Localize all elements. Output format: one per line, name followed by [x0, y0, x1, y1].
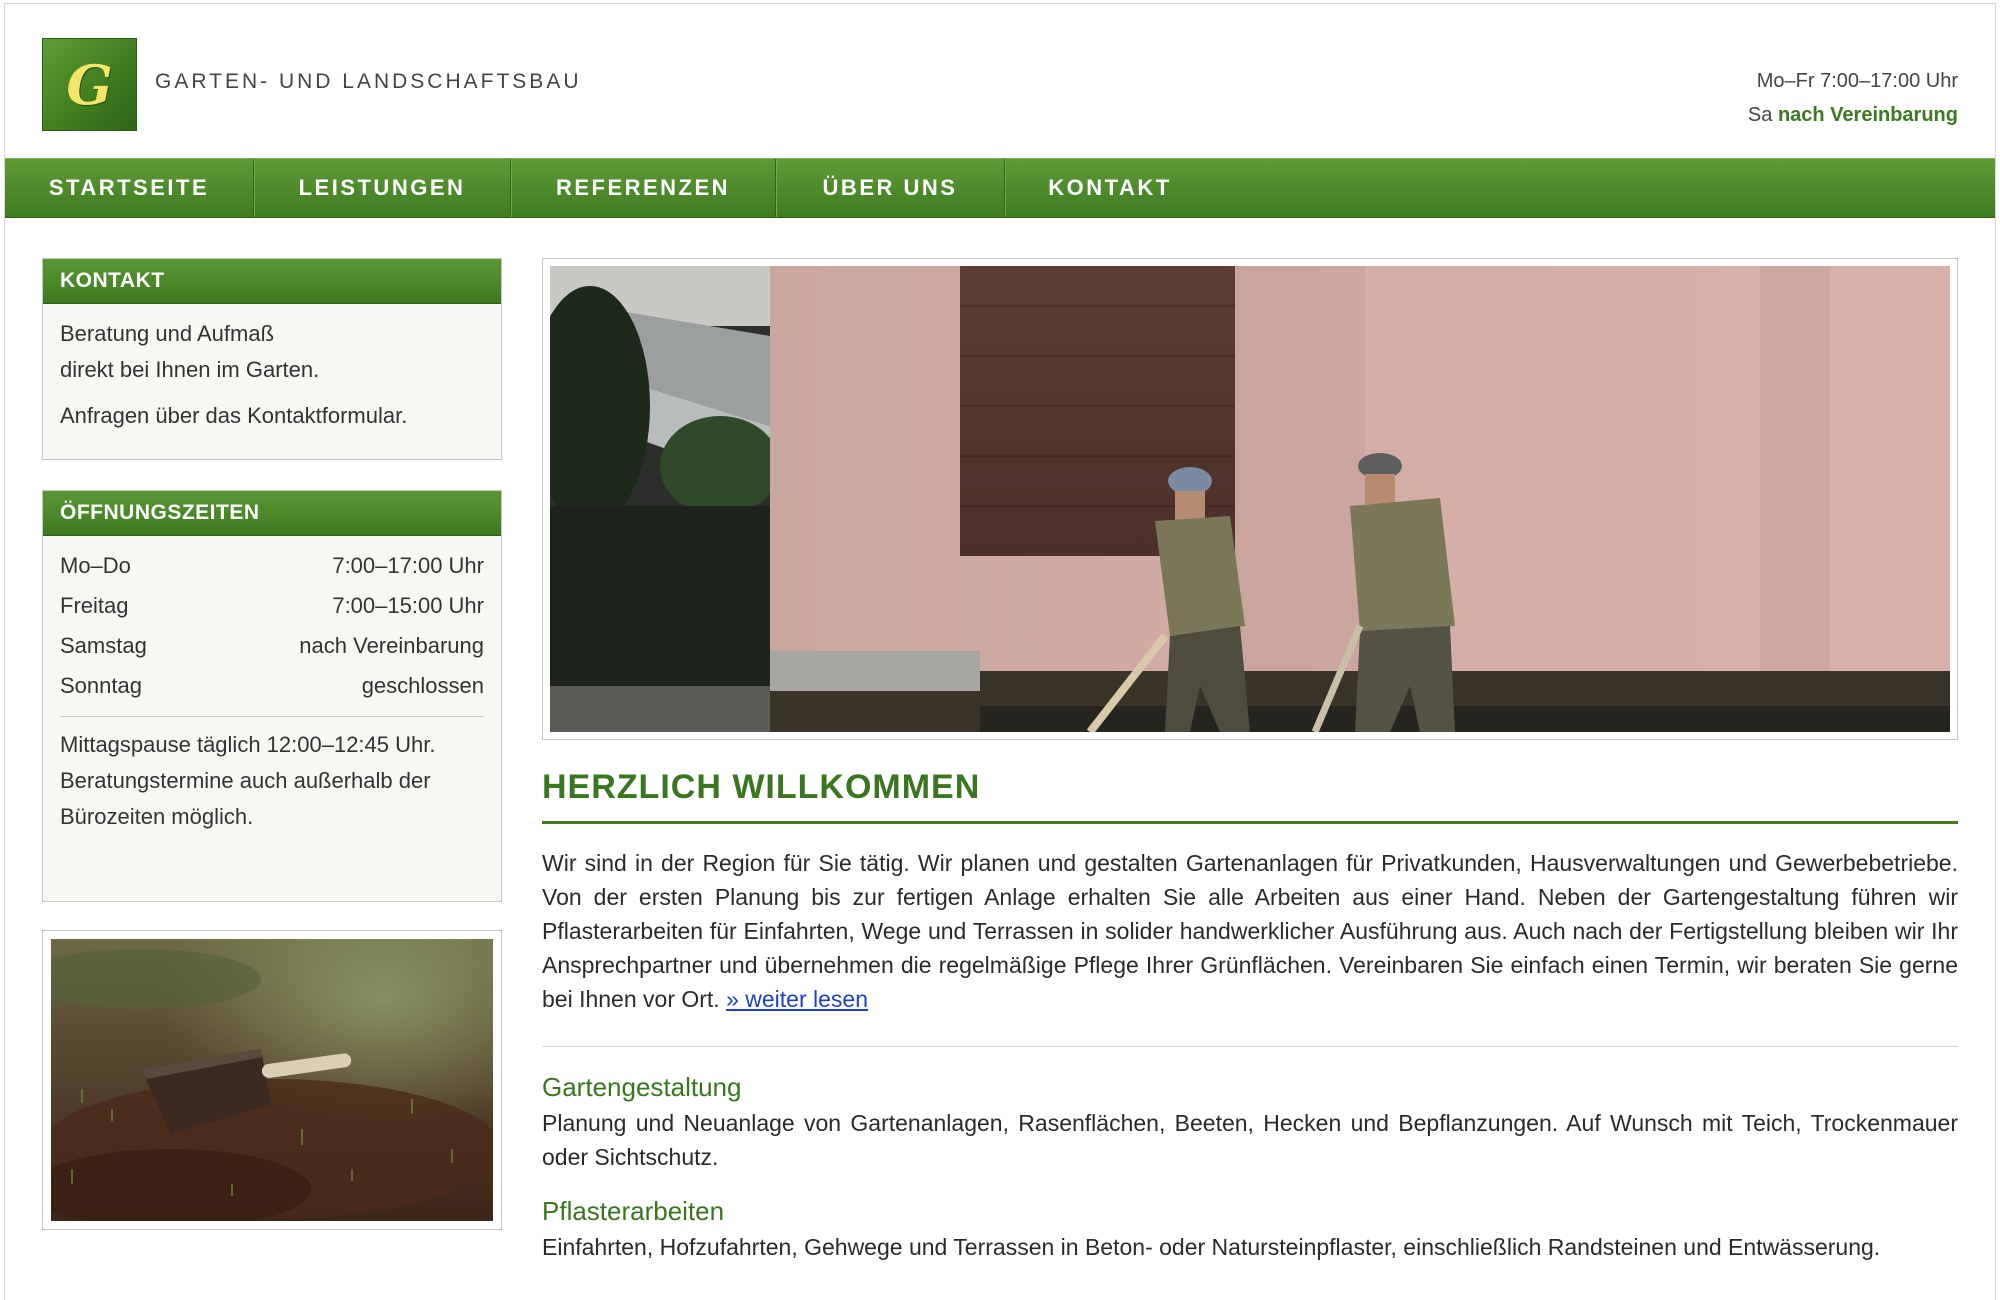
main-nav: STARTSEITE LEISTUNGEN REFERENZEN ÜBER UN…: [5, 158, 1995, 218]
hours-row: Freitag 7:00–15:00 Uhr: [60, 586, 484, 626]
contact-line: Anfragen über das Kontaktformular.: [60, 403, 408, 428]
nav-item-ueber-uns[interactable]: ÜBER UNS: [776, 159, 1004, 217]
soil-photo-image: [51, 939, 493, 1221]
hours-row: Sonntag geschlossen: [60, 666, 484, 706]
contact-box: KONTAKT Beratung und Aufmaß direkt bei I…: [42, 258, 502, 460]
hours-time: 7:00–15:00 Uhr: [332, 593, 484, 618]
hours-day: Samstag: [60, 633, 147, 658]
opening-hours-box: ÖFFNUNGSZEITEN Mo–Do 7:00–17:00 Uhr Frei…: [42, 490, 502, 902]
hero-photo: [542, 258, 1958, 740]
hours-time: nach Vereinbarung: [299, 633, 484, 658]
nav-item-leistungen[interactable]: LEISTUNGEN: [254, 159, 510, 217]
header-hours: Mo–Fr 7:00–17:00 Uhr Sa nach Vereinbarun…: [1748, 64, 1958, 132]
hours-divider: [60, 716, 484, 717]
nav-item-startseite[interactable]: STARTSEITE: [5, 159, 253, 217]
header-hours-saturday: Sa nach Vereinbarung: [1748, 98, 1958, 132]
page-title: HERZLICH WILLKOMMEN: [542, 768, 1958, 824]
contact-line: Beratung und Aufmaß: [60, 321, 275, 346]
hours-row: Mo–Do 7:00–17:00 Uhr: [60, 546, 484, 586]
contact-box-body: Beratung und Aufmaß direkt bei Ihnen im …: [43, 304, 501, 448]
hours-note-lunch: Mittagspause täglich 12:00–12:45 Uhr.: [60, 732, 436, 757]
contact-box-title: KONTAKT: [43, 259, 501, 304]
logo-letter: G: [66, 52, 113, 117]
contact-line: direkt bei Ihnen im Garten.: [60, 357, 320, 382]
logo[interactable]: G: [42, 38, 137, 131]
hero-photo-image: [550, 266, 1950, 732]
hours-day: Freitag: [60, 593, 129, 618]
read-more-link[interactable]: » weiter lesen: [726, 986, 868, 1012]
hours-time: 7:00–17:00 Uhr: [332, 553, 484, 578]
soil-photo: [42, 930, 502, 1230]
section-text-gartengestaltung: Planung und Neuanlage von Gartenanlagen,…: [542, 1110, 1958, 1170]
section-title-pflasterarbeiten: Pflasterarbeiten: [542, 1196, 725, 1226]
hours-row: Samstag nach Vereinbarung: [60, 626, 484, 666]
nav-item-referenzen[interactable]: REFERENZEN: [511, 159, 775, 217]
section-text-pflasterarbeiten: Einfahrten, Hofzufahrten, Gehwege und Te…: [542, 1234, 1881, 1260]
hours-time: geschlossen: [361, 673, 484, 698]
hours-day: Mo–Do: [60, 553, 131, 578]
nav-item-kontakt[interactable]: KONTAKT: [1005, 159, 1215, 217]
opening-hours-body: Mo–Do 7:00–17:00 Uhr Freitag 7:00–15:00 …: [43, 536, 501, 849]
hours-note-appointments: Beratungstermine auch außerhalb der Büro…: [60, 768, 431, 829]
opening-hours-title: ÖFFNUNGSZEITEN: [43, 491, 501, 536]
content-divider: [542, 1046, 1958, 1047]
header-hours-weekdays: Mo–Fr 7:00–17:00 Uhr: [1756, 70, 1958, 92]
section-title-gartengestaltung: Gartengestaltung: [542, 1072, 742, 1102]
hours-day: Sonntag: [60, 673, 142, 698]
header-hours-saturday-value: nach Vereinbarung: [1777, 104, 1958, 126]
company-name: GARTEN- UND LANDSCHAFTSBAU: [155, 70, 582, 93]
header-hours-saturday-label: Sa: [1747, 104, 1773, 126]
intro-text: Wir sind in der Region für Sie tätig. Wi…: [542, 846, 1958, 1016]
